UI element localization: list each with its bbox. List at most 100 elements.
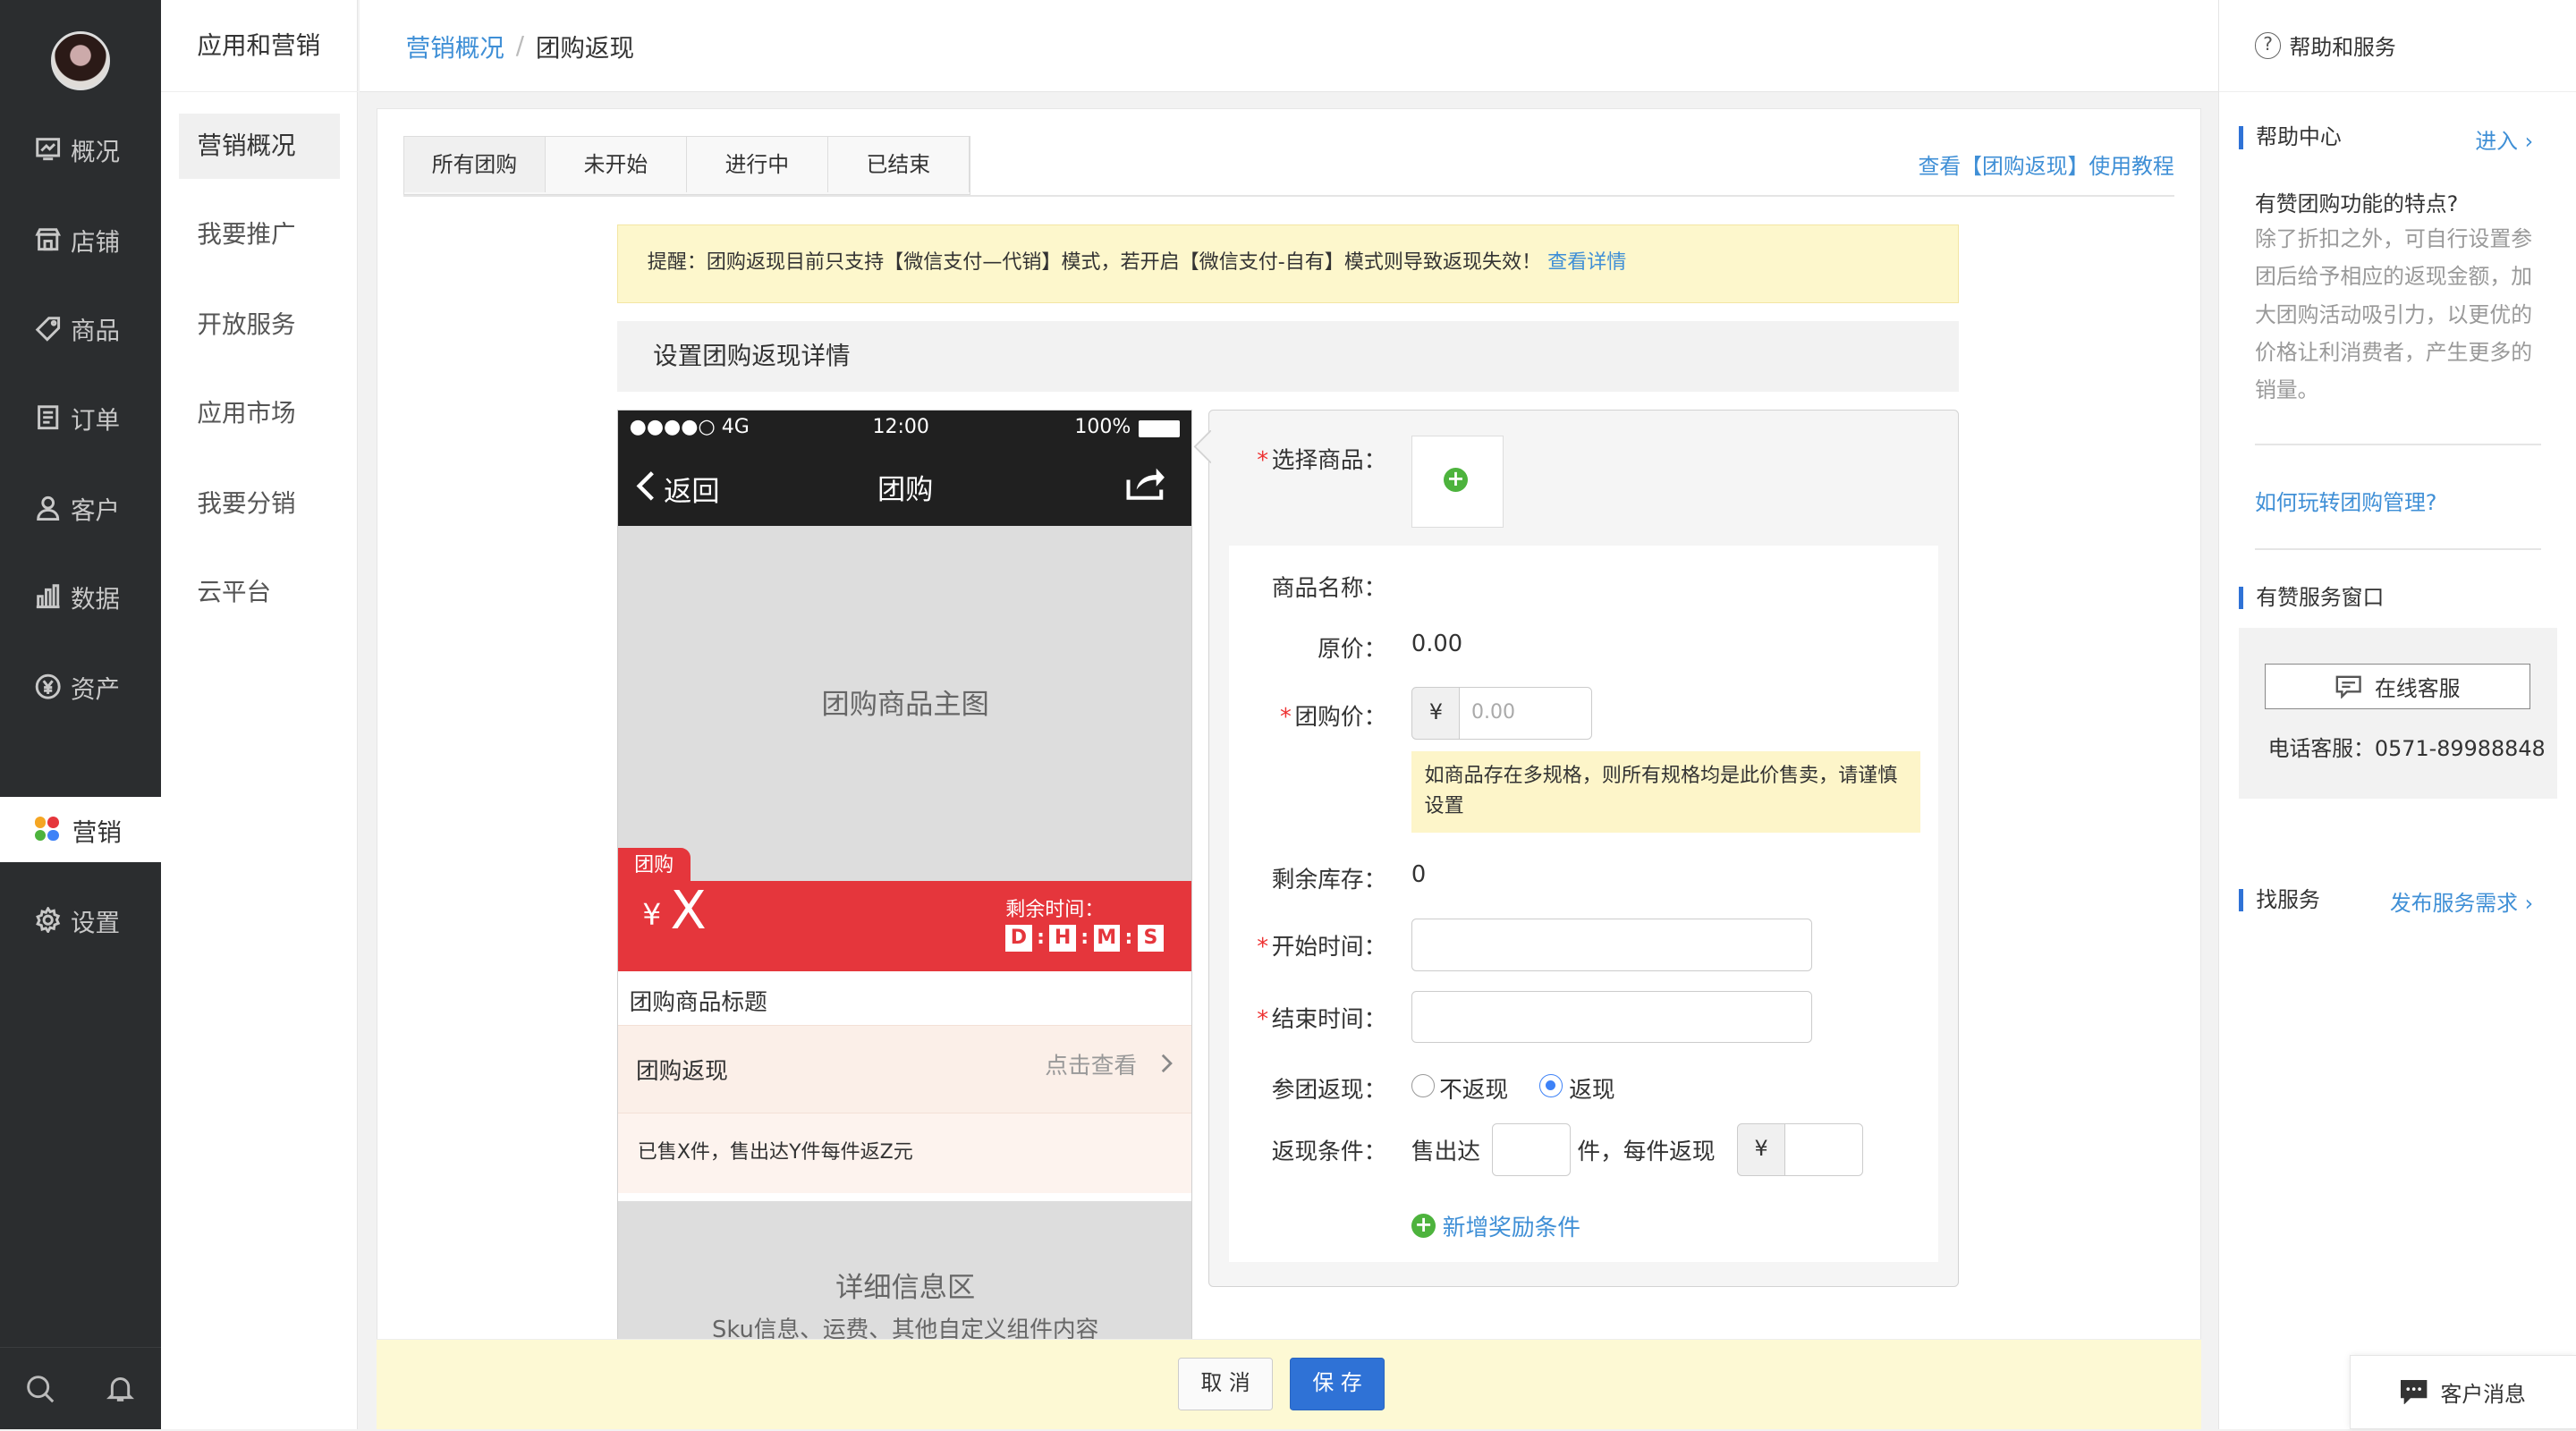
divider bbox=[2254, 548, 2541, 551]
rebate-amount-input[interactable] bbox=[1784, 1123, 1863, 1177]
nav-item-assets[interactable]: 资产 bbox=[0, 654, 161, 719]
nav-item-orders[interactable]: 订单 bbox=[0, 385, 161, 450]
start-time-input[interactable] bbox=[1411, 918, 1812, 971]
nav-item-data[interactable]: 数据 bbox=[0, 563, 161, 629]
breadcrumb: 营销概况 / 团购返现 bbox=[360, 0, 2218, 92]
tab-not-started[interactable]: 未开始 bbox=[546, 136, 687, 193]
share-icon bbox=[1126, 468, 1165, 500]
rebate-row: 团购返现 点击查看 bbox=[617, 1025, 1191, 1114]
phone-nav-bar: 返回 团购 bbox=[617, 446, 1191, 526]
bar-chart-icon bbox=[36, 584, 60, 609]
section-title: 设置团购返现详情 bbox=[616, 321, 1960, 393]
breadcrumb-parent-link[interactable]: 营销概况 bbox=[406, 28, 504, 64]
online-service-button[interactable]: 在线客服 bbox=[2264, 664, 2531, 710]
sidebar-footer bbox=[0, 1347, 161, 1429]
countdown-second: S bbox=[1137, 925, 1165, 952]
order-icon bbox=[37, 405, 58, 429]
product-name-label: 商品名称： bbox=[1271, 575, 1387, 603]
subnav-item-open-service[interactable]: 开放服务 bbox=[179, 292, 340, 358]
subnav-item-distribution[interactable]: 我要分销 bbox=[179, 471, 340, 537]
tab-ended[interactable]: 已结束 bbox=[828, 136, 970, 193]
nav-item-label: 数据 bbox=[70, 584, 121, 614]
no-rebate-radio[interactable] bbox=[1411, 1074, 1435, 1098]
subnav-item-promote[interactable]: 我要推广 bbox=[179, 202, 340, 267]
help-center-enter-link[interactable]: 进入 › bbox=[2475, 123, 2533, 155]
tab-all[interactable]: 所有团购 bbox=[403, 136, 546, 193]
rebate-radio-label: 返现 bbox=[1569, 1076, 1615, 1104]
sold-quantity-input[interactable] bbox=[1491, 1123, 1572, 1177]
battery-icon bbox=[1138, 420, 1180, 437]
tutorial-link[interactable]: 查看【团购返现】使用教程 bbox=[1918, 148, 2174, 180]
phone-preview: ●●●●○ 4G 12:00 100% 返回 团购 团购商品主图 团购 ¥ X … bbox=[616, 410, 1192, 1347]
status-tabs: 所有团购 未开始 进行中 已结束 bbox=[402, 135, 970, 195]
currency-addon: ¥ bbox=[1411, 686, 1461, 740]
rebate-condition-label: 返现条件： bbox=[1271, 1139, 1387, 1166]
battery-text: 100% bbox=[1074, 415, 1131, 438]
search-icon[interactable] bbox=[25, 1374, 55, 1403]
nav-item-customers[interactable]: 客户 bbox=[0, 475, 161, 540]
nav-item-marketing[interactable]: 营销 bbox=[0, 796, 161, 863]
publish-need-link[interactable]: 发布服务需求 › bbox=[2390, 885, 2533, 917]
main-card: 所有团购 未开始 进行中 已结束 查看【团购返现】使用教程 提醒：团购返现目前只… bbox=[376, 108, 2202, 1429]
nav-item-store[interactable]: 店铺 bbox=[0, 207, 161, 272]
countdown-hour: H bbox=[1049, 925, 1076, 952]
nav-item-label: 订单 bbox=[70, 405, 121, 435]
help-center-title: 帮助中心 bbox=[2238, 126, 2342, 150]
subnav-item-cloud[interactable]: 云平台 bbox=[179, 560, 340, 625]
original-price-label: 原价： bbox=[1318, 636, 1387, 664]
countdown-label: 剩余时间： bbox=[1005, 899, 1105, 922]
reminder-banner: 提醒：团购返现目前只支持【微信支付—代销】模式，若开启【微信支付-自有】模式则导… bbox=[616, 224, 1960, 303]
secondary-sidebar: 应用和营销 营销概况 我要推广 开放服务 应用市场 我要分销 云平台 bbox=[160, 0, 359, 1429]
divider bbox=[2254, 443, 2541, 445]
avatar[interactable] bbox=[50, 30, 111, 90]
product-main-image-placeholder: 团购商品主图 bbox=[821, 689, 989, 722]
reminder-detail-link[interactable]: 查看详情 bbox=[1547, 251, 1626, 274]
end-time-input[interactable] bbox=[1411, 990, 1812, 1044]
reminder-text: 提醒：团购返现目前只支持【微信支付—代销】模式，若开启【微信支付-自有】模式则导… bbox=[647, 250, 1542, 274]
countdown-minute: M bbox=[1093, 925, 1120, 952]
nav-item-label: 营销 bbox=[72, 817, 122, 847]
stock-value: 0 bbox=[1411, 860, 1427, 888]
rebate-info: 已售X件，售出达Y件每件返Z元 bbox=[617, 1113, 1191, 1193]
rebate-settings-form: * 选择商品： + 商品名称： 原价： 0.00 * 团购价： ¥ 0.00 如商品… bbox=[1193, 410, 1960, 1288]
subnav-item-app-market[interactable]: 应用市场 bbox=[179, 381, 340, 446]
detail-area-title: 详细信息区 bbox=[835, 1272, 976, 1305]
bell-icon[interactable] bbox=[106, 1374, 135, 1403]
how-to-link[interactable]: 如何玩转团购管理? bbox=[2255, 485, 2437, 516]
customer-message-button[interactable]: 客户消息 bbox=[2350, 1355, 2576, 1429]
overview-icon bbox=[35, 138, 60, 161]
price-tip: 如商品存在多规格，则所有规格均是此价售卖，请谨慎设置 bbox=[1411, 750, 1921, 834]
start-time-label: * 开始时间： bbox=[1257, 933, 1387, 961]
subnav-item-marketing-overview[interactable]: 营销概况 bbox=[179, 113, 341, 180]
cancel-button[interactable]: 取 消 bbox=[1177, 1358, 1274, 1410]
breadcrumb-separator: / bbox=[515, 30, 524, 60]
message-icon bbox=[2401, 1379, 2428, 1405]
save-button[interactable]: 保 存 bbox=[1289, 1358, 1385, 1410]
find-service-title: 找服务 bbox=[2238, 888, 2320, 912]
form-pointer bbox=[1193, 430, 1211, 464]
nav-item-label: 客户 bbox=[70, 495, 121, 525]
group-price-input[interactable]: 0.00 bbox=[1459, 686, 1592, 740]
phone-title: 团购 bbox=[877, 473, 934, 506]
end-time-label: * 结束时间： bbox=[1257, 1005, 1387, 1033]
price-band: ¥ X 剩余时间： D: H: M: S bbox=[617, 879, 1191, 971]
nav-item-settings[interactable]: 设置 bbox=[0, 887, 161, 953]
rebate-radio[interactable] bbox=[1539, 1074, 1563, 1098]
faq-question: 有赞团购功能的特点? bbox=[2254, 191, 2459, 216]
chat-icon bbox=[2335, 675, 2361, 699]
add-product-button[interactable]: + bbox=[1411, 435, 1504, 528]
select-product-label: * 选择商品： bbox=[1257, 447, 1387, 475]
plus-circle-icon: + bbox=[1411, 1213, 1436, 1239]
nav-item-goods[interactable]: 商品 bbox=[0, 296, 161, 361]
nav-item-label: 资产 bbox=[70, 674, 121, 704]
main-sidebar: 概况 店铺 商品 订单 客户 数据 资产 营销 设置 bbox=[0, 0, 161, 1429]
original-price-value: 0.00 bbox=[1411, 631, 1463, 658]
nav-item-label: 店铺 bbox=[70, 228, 121, 258]
store-icon bbox=[34, 228, 61, 251]
countdown-day: D bbox=[1005, 925, 1032, 952]
add-reward-condition-link[interactable]: + 新增奖励条件 bbox=[1411, 1209, 1580, 1242]
no-rebate-label: 不返现 bbox=[1439, 1076, 1509, 1104]
nav-item-overview[interactable]: 概况 bbox=[0, 116, 161, 182]
nav-item-label: 概况 bbox=[70, 138, 121, 167]
tab-in-progress[interactable]: 进行中 bbox=[687, 136, 828, 193]
